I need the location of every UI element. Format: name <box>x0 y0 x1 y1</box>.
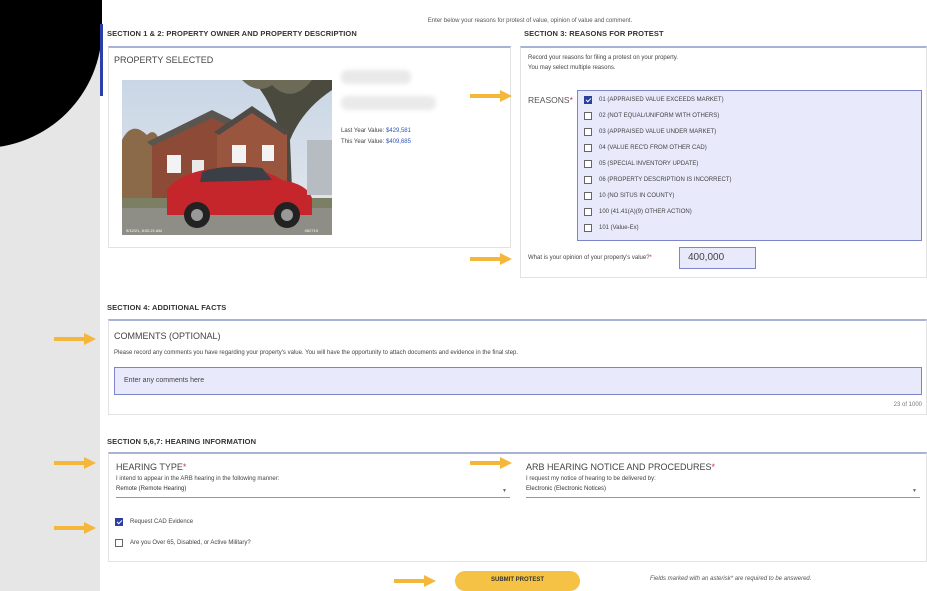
submit-protest-button[interactable]: SUBMIT PROTEST <box>455 571 580 591</box>
checkbox[interactable] <box>584 192 592 200</box>
form-hint: Enter below your reasons for protest of … <box>427 18 633 24</box>
required-fields-note: Fields marked with an asterisk* are requ… <box>650 576 812 582</box>
reasons-list: 01 (APPRAISED VALUE EXCEEDS MARKET) 02 (… <box>577 90 922 241</box>
arrow-icon <box>54 457 96 469</box>
checkbox[interactable] <box>584 128 592 136</box>
last-year-value-row: Last Year Value: $429,581 <box>341 128 411 134</box>
chevron-down-icon: ▼ <box>502 488 507 494</box>
photo-timestamp: 9/12/21, 8:02:21 AM <box>126 228 162 233</box>
comments-input[interactable]: Enter any comments here <box>114 367 922 395</box>
house-photo-image <box>122 80 332 235</box>
reason-item-02[interactable]: 02 (NOT EQUAL/UNIFORM WITH OTHERS) <box>584 110 719 122</box>
section-5-6-7-title: SECTION 5,6,7: HEARING INFORMATION <box>107 437 257 446</box>
last-year-value: $429,581 <box>385 128 411 134</box>
reasons-intro-2: You may select multiple reasons. <box>528 65 616 71</box>
reason-item-101[interactable]: 101 (Value-Ex) <box>584 222 639 234</box>
checkbox[interactable] <box>584 208 592 216</box>
section-4-title: SECTION 4: ADDITIONAL FACTS <box>107 303 227 312</box>
arrow-icon <box>470 90 512 102</box>
notice-select[interactable]: Electronic (Electronic Notices) ▼ <box>526 486 920 498</box>
checkbox[interactable] <box>584 176 592 184</box>
property-photo: 9/12/21, 8:02:21 AM 062719 <box>122 80 332 235</box>
checkbox-checked[interactable] <box>584 96 592 104</box>
chevron-down-icon: ▼ <box>912 488 917 494</box>
section-3-title: SECTION 3: REASONS FOR PROTEST <box>524 29 664 38</box>
black-overlay-shape <box>0 0 102 148</box>
reason-item-10[interactable]: 10 (NO SITUS IN COUNTY) <box>584 190 674 202</box>
notice-help: I request my notice of hearing to be del… <box>526 476 656 482</box>
checkbox[interactable] <box>584 144 592 152</box>
opinion-value-input[interactable]: 400,000 <box>679 247 756 269</box>
owner-name-redacted <box>341 70 411 84</box>
reason-item-05[interactable]: 05 (SPECIAL INVENTORY UPDATE) <box>584 158 698 170</box>
checkbox[interactable] <box>115 539 123 547</box>
this-year-value: $409,685 <box>385 139 411 145</box>
arrow-icon <box>394 575 436 587</box>
request-cad-evidence[interactable]: Request CAD Evidence <box>115 516 193 528</box>
reason-item-100[interactable]: 100 (41.41(A)(9) OTHER ACTION) <box>584 206 692 218</box>
hearing-type-select[interactable]: Remote (Remote Hearing) ▼ <box>116 486 510 498</box>
checkbox[interactable] <box>584 112 592 120</box>
reason-item-06[interactable]: 06 (PROPERTY DESCRIPTION IS INCORRECT) <box>584 174 731 186</box>
section-1-2-title: SECTION 1 & 2: PROPERTY OWNER AND PROPER… <box>107 29 357 38</box>
last-year-label: Last Year Value: <box>341 128 385 134</box>
photo-code: 062719 <box>304 228 318 233</box>
property-selected-label: PROPERTY SELECTED <box>114 55 214 65</box>
comments-label: COMMENTS (OPTIONAL) <box>114 331 221 341</box>
opinion-question: What is your opinion of your property's … <box>528 255 652 261</box>
arrow-icon <box>470 457 512 469</box>
checkbox[interactable] <box>584 160 592 168</box>
over-65-question[interactable]: Are you Over 65, Disabled, or Active Mil… <box>115 537 251 549</box>
hearing-type-help: I intend to appear in the ARB hearing in… <box>116 476 280 482</box>
notice-label: ARB HEARING NOTICE AND PROCEDURES* <box>526 462 716 472</box>
section-accent-bar <box>100 24 103 96</box>
reason-item-01[interactable]: 01 (APPRAISED VALUE EXCEEDS MARKET) <box>584 94 724 106</box>
char-count: 23 of 1000 <box>893 402 922 408</box>
comments-help: Please record any comments you have rega… <box>114 350 519 356</box>
checkbox-checked[interactable] <box>115 518 123 526</box>
this-year-label: This Year Value: <box>341 139 385 145</box>
reason-item-04[interactable]: 04 (VALUE REC'D FROM OTHER CAD) <box>584 142 707 154</box>
arrow-icon <box>470 253 512 265</box>
reason-item-03[interactable]: 03 (APPRAISED VALUE UNDER MARKET) <box>584 126 716 138</box>
reasons-label: REASONS* <box>528 95 573 105</box>
owner-address-redacted <box>341 96 436 110</box>
arrow-icon <box>54 333 96 345</box>
checkbox[interactable] <box>584 224 592 232</box>
arrow-icon <box>54 522 96 534</box>
hearing-type-label: HEARING TYPE* <box>116 462 187 472</box>
this-year-value-row: This Year Value: $409,685 <box>341 139 411 145</box>
reasons-intro-1: Record your reasons for filing a protest… <box>528 55 678 61</box>
